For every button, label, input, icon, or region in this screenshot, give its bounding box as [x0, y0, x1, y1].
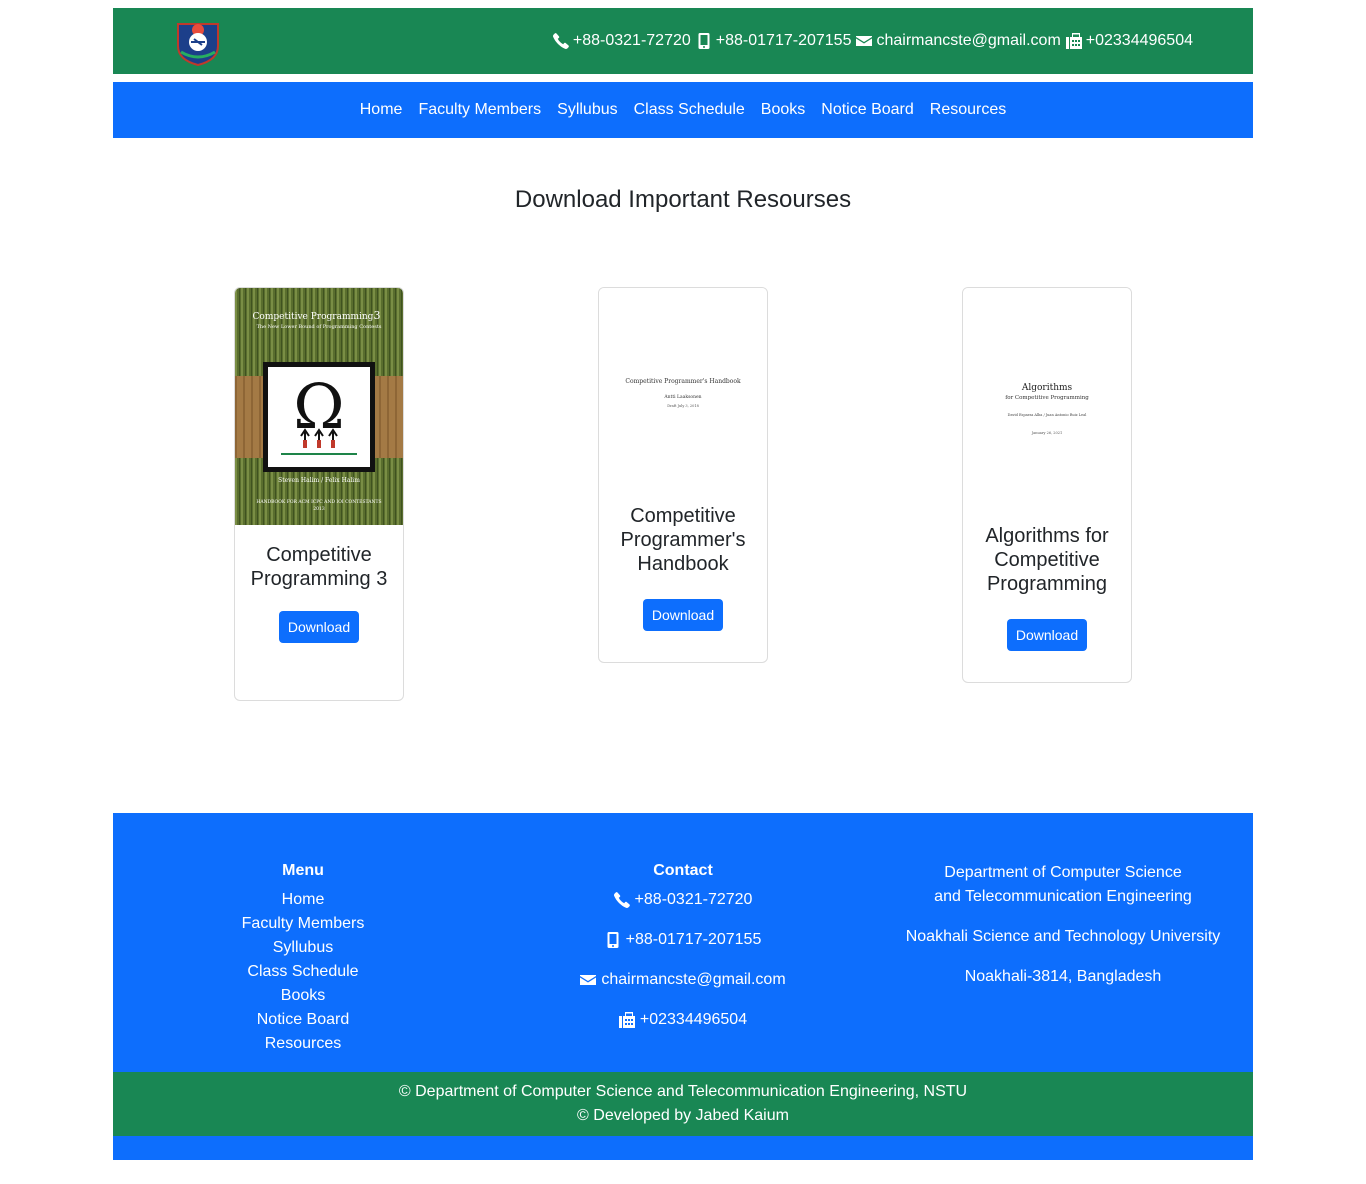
acp-cover-image[interactable]: Algorithms for Competitive Programming D… — [963, 288, 1131, 506]
mobile-icon — [698, 33, 710, 49]
header-email-text: chairmancste@gmail.com — [876, 32, 1061, 49]
footer-menu: Menu Home Faculty Members Syllubus Class… — [203, 862, 403, 1056]
header-fax-text: +02334496504 — [1085, 32, 1193, 49]
header-email[interactable]: chairmancste@gmail.com — [856, 32, 1061, 50]
fax-icon — [1065, 33, 1082, 49]
nav-home[interactable]: Home — [360, 101, 403, 119]
cp3-cover-authors: Steven Halim / Felix Halim — [278, 477, 360, 484]
header-phone[interactable]: +88-0321-72720 — [552, 32, 691, 50]
card-title: Competitive Programmer's Handbook — [620, 505, 746, 575]
footer-mobile[interactable]: +88-01717-207155 — [533, 928, 833, 952]
fax-icon — [618, 1012, 635, 1028]
acp-cover-authors: David Esparza Alba / Juan Antonio Ruiz L… — [1008, 413, 1088, 417]
nav-books[interactable]: Books — [761, 101, 805, 119]
cph-cover-author: Antti Laaksonen — [663, 394, 701, 400]
card-title: Algorithms for Competitive Programming — [985, 525, 1109, 595]
footer-link-class-schedule[interactable]: Class Schedule — [203, 960, 403, 984]
resource-card-acp: Algorithms for Competitive Programming D… — [962, 287, 1132, 683]
footer-email-text: chairmancste@gmail.com — [601, 971, 786, 988]
acp-cover-subtitle: for Competitive Programming — [1005, 395, 1089, 401]
cph-cover-heading: Competitive Programmer's Handbook — [625, 378, 741, 385]
copyright-department: © Department of Computer Science and Tel… — [398, 1083, 968, 1100]
footer-link-faculty-members[interactable]: Faculty Members — [203, 912, 403, 936]
footer-contact: Contact +88-0321-72720 +88-01717-207155 … — [533, 862, 833, 1048]
nav-faculty-members[interactable]: Faculty Members — [418, 101, 541, 119]
footer-phone-text: +88-0321-72720 — [634, 891, 753, 908]
cph-cover-image[interactable]: Competitive Programmer's Handbook Antti … — [599, 288, 767, 486]
site-footer: Menu Home Faculty Members Syllubus Class… — [113, 813, 1253, 1160]
page-title: Download Important Resourses — [514, 186, 852, 213]
cp3-cover-footer: HANDBOOK FOR ACM ICPC AND IOI CONTESTANT… — [256, 499, 381, 505]
header-contact-list: +88-0321-72720 +88-01717-207155 chairman… — [552, 8, 1193, 74]
university-logo[interactable] — [173, 18, 223, 66]
cp3-cover-image[interactable]: Competitive Programming 3 The New Lower … — [235, 288, 403, 525]
footer-menu-heading: Menu — [282, 862, 324, 879]
nav-class-schedule[interactable]: Class Schedule — [634, 101, 745, 119]
download-button[interactable]: Download — [1006, 619, 1088, 651]
footer-fax-text: +02334496504 — [639, 1011, 748, 1028]
download-button[interactable]: Download — [642, 599, 724, 631]
cph-cover-date: Draft July 3, 2018 — [667, 404, 699, 408]
copyright-developer: © Developed by Jabed Kaium — [577, 1107, 789, 1124]
mobile-icon — [607, 932, 619, 948]
cp3-cover-edition: 3 — [374, 309, 381, 322]
header-mobile[interactable]: +88-01717-207155 — [696, 32, 852, 50]
footer-link-notice-board[interactable]: Notice Board — [203, 1008, 403, 1032]
footer-link-home[interactable]: Home — [203, 888, 403, 912]
footer-email[interactable]: chairmancste@gmail.com — [533, 968, 833, 992]
resource-card-cp3: Competitive Programming 3 The New Lower … — [234, 287, 404, 701]
footer-contact-heading: Contact — [653, 862, 713, 879]
cp3-cover-subtitle: The New Lower Bound of Programming Conte… — [257, 324, 382, 330]
footer-phone[interactable]: +88-0321-72720 — [533, 888, 833, 912]
phone-icon — [552, 33, 569, 49]
phone-icon — [613, 892, 630, 908]
footer-mobile-text: +88-01717-207155 — [625, 931, 762, 948]
download-button[interactable]: Download — [278, 611, 360, 643]
copyright-bar: © Department of Computer Science and Tel… — [113, 1072, 1253, 1136]
footer-university-name: Noakhali Science and Technology Universi… — [905, 928, 1221, 945]
envelope-icon — [856, 36, 873, 46]
cp3-cover-year: 2013 — [313, 506, 325, 512]
resource-card-cph: Competitive Programmer's Handbook Antti … — [598, 287, 768, 663]
cp3-cover-heading: Competitive Programming — [253, 312, 374, 322]
nav-resources[interactable]: Resources — [930, 101, 1006, 119]
acp-cover-date: January 26, 2021 — [1031, 431, 1062, 435]
footer-link-syllabus[interactable]: Syllubus — [203, 936, 403, 960]
header-phone-text: +88-0321-72720 — [572, 32, 691, 49]
footer-department-name: Department of Computer Science and Telec… — [934, 864, 1192, 905]
main-navbar: Home Faculty Members Syllubus Class Sche… — [113, 82, 1253, 138]
footer-fax[interactable]: +02334496504 — [533, 1008, 833, 1032]
nav-notice-board[interactable]: Notice Board — [821, 101, 914, 119]
header-mobile-text: +88-01717-207155 — [715, 32, 852, 49]
envelope-icon — [580, 975, 597, 985]
acp-cover-heading: Algorithms — [1021, 383, 1073, 393]
nav-syllabus[interactable]: Syllubus — [557, 101, 617, 119]
card-title: Competitive Programming 3 — [250, 544, 388, 590]
footer-address: Noakhali-3814, Bangladesh — [964, 968, 1162, 985]
footer-department-info: Department of Computer Science and Telec… — [903, 861, 1223, 1005]
top-contact-bar: +88-0321-72720 +88-01717-207155 chairman… — [113, 8, 1253, 74]
footer-link-resources[interactable]: Resources — [203, 1032, 403, 1056]
footer-link-books[interactable]: Books — [203, 984, 403, 1008]
header-fax[interactable]: +02334496504 — [1065, 32, 1193, 50]
